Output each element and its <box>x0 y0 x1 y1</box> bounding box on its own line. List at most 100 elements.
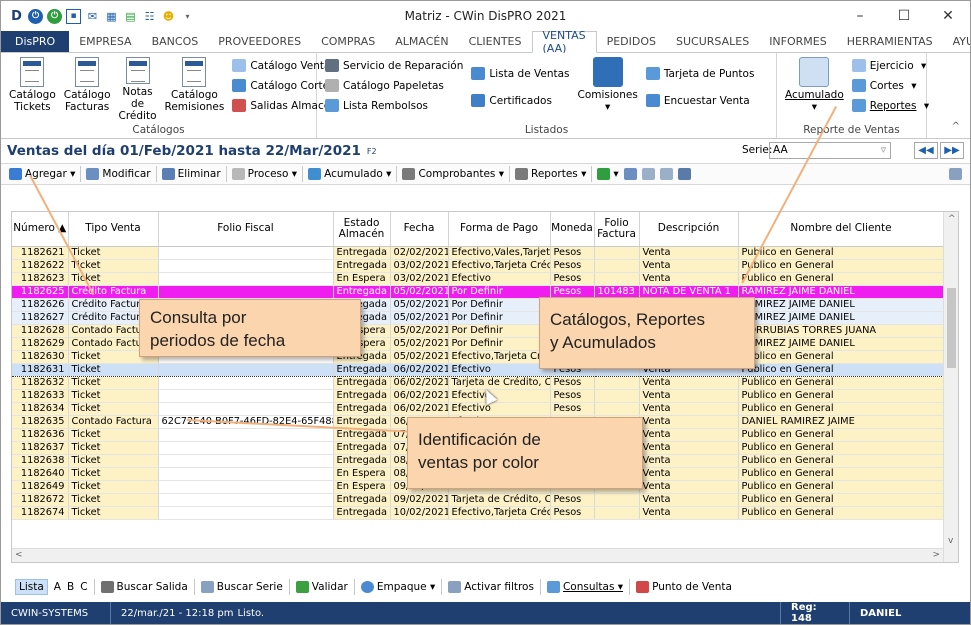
scroll-up-icon[interactable]: ^ <box>948 214 956 224</box>
columns-icon[interactable] <box>659 168 673 180</box>
database-icon[interactable]: ☷ <box>142 9 157 24</box>
next-icon[interactable]: ▶▶ <box>940 142 964 159</box>
power-green-icon[interactable]: ⏻ <box>47 8 62 24</box>
scroll-down-icon[interactable]: v <box>948 536 953 546</box>
empaque-button[interactable]: Empaque ▾ <box>360 581 435 593</box>
table-row[interactable]: 1182621 Ticket Entregada 02/02/2021 Efectivo… <box>12 246 945 260</box>
tab-ayuda[interactable]: AYUDA <box>943 31 970 52</box>
proceso-button[interactable]: Proceso ▾ <box>231 168 297 180</box>
tab-almacen[interactable]: ALMACÉN <box>385 31 458 52</box>
table-cell: Venta <box>639 259 739 273</box>
tab-proveedores[interactable]: PROVEEDORES <box>208 31 311 52</box>
col-fecha[interactable]: Fecha <box>390 212 449 247</box>
table-row[interactable]: 1182625 Crédito Factura Entregada 05/02/202… <box>12 285 945 299</box>
servicio-reparacion-button[interactable]: Servicio de Reparación <box>325 57 463 74</box>
power-icon[interactable]: ⏻ <box>28 8 43 24</box>
cortes-button[interactable]: Cortes ▾ <box>851 77 929 94</box>
catalogo-tickets-button[interactable]: Catálogo Tickets <box>5 57 60 122</box>
punto-venta-button[interactable]: Punto de Venta <box>636 581 732 593</box>
modificar-button[interactable]: Modificar <box>86 168 151 180</box>
tab-ventas[interactable]: VENTAS (AA) <box>531 29 597 55</box>
close-button[interactable]: ✕ <box>926 1 970 31</box>
consultas-button[interactable]: Consultas ▾ <box>546 581 623 593</box>
filter-icon[interactable] <box>623 168 637 180</box>
maximize-button[interactable]: ☐ <box>882 1 926 31</box>
calc-icon[interactable] <box>677 168 691 180</box>
buscar-serie-button[interactable]: Buscar Serie <box>200 581 283 593</box>
ejercicio-button[interactable]: Ejercicio ▾ <box>851 57 929 74</box>
col-folio-fiscal[interactable]: Folio Fiscal <box>158 212 334 247</box>
excel-button[interactable]: ▾ <box>597 168 619 180</box>
tab-dispro[interactable]: DisPRO <box>1 31 70 52</box>
tab-b[interactable]: B <box>67 581 74 593</box>
catalogo-papeletas-button[interactable]: Catálogo Papeletas <box>325 77 463 94</box>
table-row[interactable]: 1182634 Ticket Entregada 06/02/2021 Efectivo… <box>12 402 945 416</box>
minimize-button[interactable]: – <box>838 1 882 31</box>
col-forma-pago[interactable]: Forma de Pago <box>448 212 551 247</box>
table-row[interactable]: 1182623TicketEn Espera03/02/2021Efectivo… <box>12 272 945 286</box>
notas-credito-button[interactable]: Notas de Crédito <box>115 57 161 122</box>
table-row[interactable]: 1182633 Ticket Entregada 06/02/2021 Efectivo… <box>12 389 945 403</box>
tarjeta-puntos-button[interactable]: Tarjeta de Puntos <box>645 65 754 82</box>
tab-compras[interactable]: COMPRAS <box>311 31 385 52</box>
certificados-button[interactable]: Certificados <box>471 92 569 109</box>
col-folio-factura[interactable]: Folio Factura <box>594 212 640 247</box>
table-cell <box>158 493 334 507</box>
grid-icon[interactable] <box>641 168 655 180</box>
table-row[interactable]: 1182632 Ticket Entregada 06/02/2021 Tarjeta … <box>12 376 945 390</box>
table-row[interactable]: 1182631 Ticket Entregada 06/02/2021 Efectivo… <box>12 362 945 377</box>
comprobantes-button[interactable]: Comprobantes ▾ <box>402 168 504 180</box>
building-icon[interactable]: ▦ <box>104 9 119 24</box>
tab-clientes[interactable]: CLIENTES <box>459 31 532 52</box>
scroll-thumb[interactable] <box>947 288 956 368</box>
tab-informes[interactable]: INFORMES <box>759 31 837 52</box>
tab-pedidos[interactable]: PEDIDOS <box>597 31 666 52</box>
acumulado-button[interactable]: Acumulado ▾ <box>781 57 848 122</box>
acumulado-toolbar-button[interactable]: Acumulado ▾ <box>308 168 391 180</box>
tab-bancos[interactable]: BANCOS <box>142 31 209 52</box>
ballot-icon <box>325 79 339 92</box>
panel-icon[interactable] <box>949 168 962 180</box>
buscar-salida-button[interactable]: Buscar Salida <box>100 581 188 593</box>
tab-empresa[interactable]: EMPRESA <box>69 31 141 52</box>
comisiones-button[interactable]: Comisiones ▾ <box>574 57 642 122</box>
serie-select[interactable]: AA ▿ <box>769 142 891 159</box>
catalogo-facturas-button[interactable]: Catálogo Facturas <box>60 57 115 122</box>
tab-a[interactable]: A <box>54 581 61 593</box>
col-descripcion[interactable]: Descripción <box>639 212 739 247</box>
lista-rembolsos-button[interactable]: Lista Rembolsos <box>325 97 463 114</box>
customize-arrow-icon[interactable]: ▾ <box>180 9 195 24</box>
eliminar-button[interactable]: Eliminar <box>161 168 221 180</box>
tab-c[interactable]: C <box>80 581 87 593</box>
scroll-left-icon[interactable]: < <box>15 550 23 560</box>
tab-sucursales[interactable]: SUCURSALES <box>666 31 759 52</box>
col-estado-almacen[interactable]: Estado Almacén <box>333 212 391 247</box>
reportes-toolbar-button[interactable]: Reportes ▾ <box>515 168 586 180</box>
table-cell <box>158 454 334 468</box>
horizontal-scrollbar[interactable]: < > <box>12 548 943 562</box>
previous-icon[interactable]: ◀◀ <box>914 142 938 159</box>
tab-lista[interactable]: Lista <box>15 579 48 595</box>
lista-ventas-button[interactable]: Lista de Ventas <box>471 65 570 82</box>
validar-button[interactable]: Validar <box>295 581 348 593</box>
scroll-right-icon[interactable]: > <box>932 550 940 560</box>
agregar-button[interactable]: Agregar ▾ <box>9 168 75 180</box>
vertical-scrollbar[interactable]: ^ v <box>943 212 958 562</box>
table-row[interactable]: 1182672 Ticket Entregada 09/02/2021 Tarjeta … <box>12 493 945 507</box>
catalogo-remisiones-button[interactable]: Catálogo Remisiones <box>161 57 229 122</box>
encuestar-venta-button[interactable]: Encuestar Venta <box>645 92 755 109</box>
sales-grid[interactable]: Número ▲ Tipo Venta Folio Fiscal Estado … <box>11 211 959 563</box>
table-row[interactable]: 1182622 Ticket Entregada 03/02/2021 Efectivo… <box>12 259 945 273</box>
activar-filtros-button[interactable]: Activar filtros <box>448 581 534 593</box>
table-row[interactable]: 1182674 Ticket Entregada 10/02/2021 Efectivo… <box>12 506 945 520</box>
mail-icon[interactable]: ✉ <box>85 9 100 24</box>
save-icon[interactable]: ▪ <box>66 8 81 24</box>
reportes-button[interactable]: Reportes ▾ <box>851 97 929 114</box>
calculator-icon[interactable]: ▤ <box>123 9 138 24</box>
tab-herramientas[interactable]: HERRAMIENTAS <box>837 31 943 52</box>
col-moneda[interactable]: Moneda <box>550 212 595 247</box>
credito-doc-icon <box>125 57 150 84</box>
collapse-ribbon-icon[interactable]: ^ <box>952 121 960 132</box>
col-tipo-venta[interactable]: Tipo Venta <box>68 212 159 247</box>
smile-icon[interactable]: ☻ <box>161 9 176 24</box>
